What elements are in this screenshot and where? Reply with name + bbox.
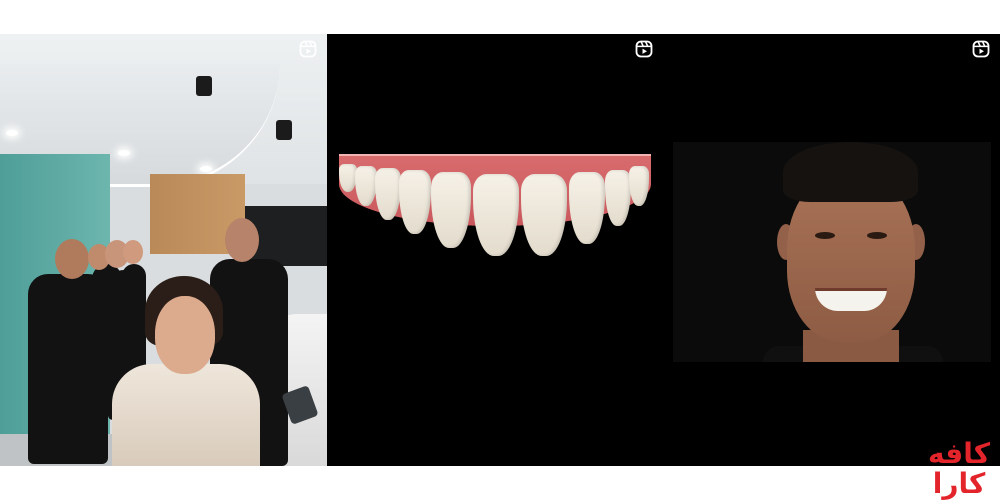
tooth <box>375 168 401 220</box>
ceiling-light <box>6 130 18 136</box>
tooth <box>605 170 631 226</box>
logo-line-1: کافه <box>927 437 991 471</box>
staff-head <box>55 239 89 279</box>
cafe-kara-logo: کافه کارا <box>926 439 992 498</box>
reels-icon <box>972 40 990 58</box>
tooth <box>431 172 471 248</box>
tooth <box>569 172 605 244</box>
eye <box>815 232 835 239</box>
staff-head <box>225 218 259 262</box>
spotlight <box>196 76 212 96</box>
ceiling-light <box>118 150 130 156</box>
woman-coat <box>112 364 260 466</box>
ceiling-light <box>200 166 212 172</box>
spotlight <box>276 120 292 140</box>
reels-icon <box>299 40 317 58</box>
tooth <box>355 166 377 206</box>
eye <box>867 232 887 239</box>
tooth <box>399 170 431 234</box>
tooth <box>521 174 567 256</box>
reels-icon <box>635 40 653 58</box>
reel-tile-clinic-selfie[interactable] <box>0 34 327 466</box>
logo-line-2: کارا <box>932 466 986 500</box>
woman-face <box>155 296 215 374</box>
man-hair <box>783 142 918 202</box>
tooth <box>473 174 519 256</box>
tooth <box>629 166 649 206</box>
staff-head <box>123 240 143 264</box>
teeth-row <box>339 162 651 257</box>
reel-tile-veneers-closeup[interactable] <box>327 34 663 466</box>
reel-tile-patient-smile[interactable] <box>663 34 1000 466</box>
reels-grid <box>0 34 1000 466</box>
